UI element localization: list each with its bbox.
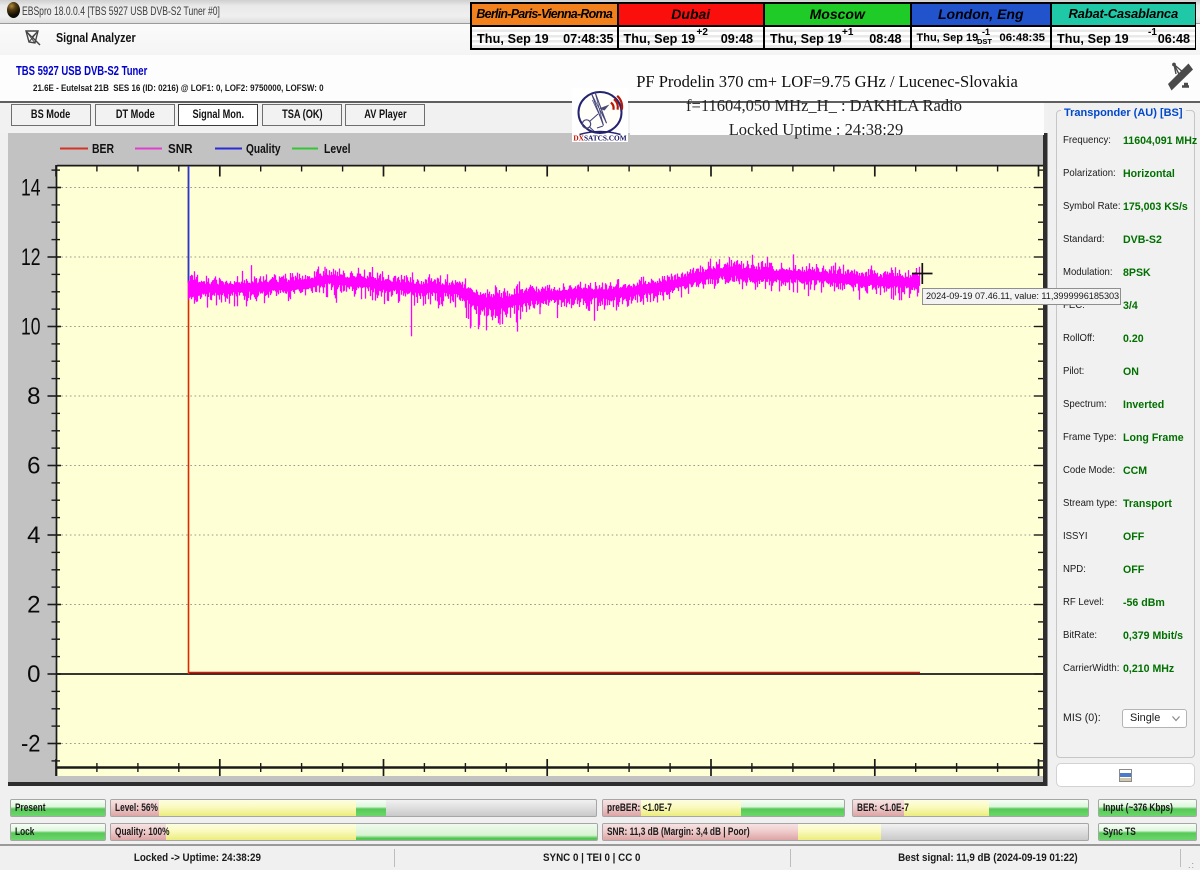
svg-text:-2: -2 <box>21 730 41 757</box>
svg-text:4: 4 <box>27 522 40 549</box>
svg-text:8: 8 <box>27 383 40 410</box>
svg-text:10: 10 <box>21 313 41 340</box>
svg-text:DXSATCS.COM: DXSATCS.COM <box>573 133 626 142</box>
svg-text:BER: BER <box>92 142 114 156</box>
svg-text:6: 6 <box>27 452 40 479</box>
svg-text:Level: Level <box>324 142 351 156</box>
svg-text:2: 2 <box>27 591 40 618</box>
svg-text:12: 12 <box>21 244 41 271</box>
svg-text:14: 14 <box>21 174 41 201</box>
svg-text:SNR: SNR <box>168 142 193 156</box>
svg-text:Quality: Quality <box>246 142 281 156</box>
svg-text:0: 0 <box>27 661 40 688</box>
